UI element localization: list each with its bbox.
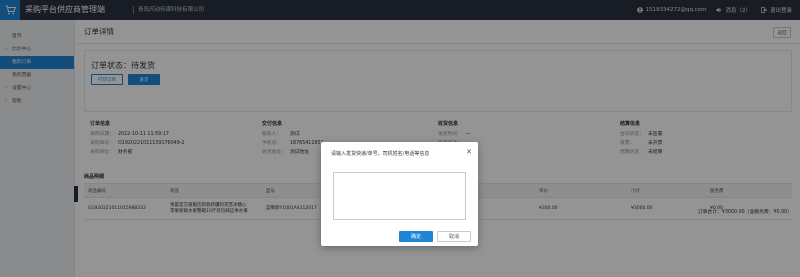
close-icon[interactable]: ✕ xyxy=(466,147,472,157)
dialog-title: 请输入发货快递/单号，司机姓名/电话等信息 xyxy=(331,151,430,157)
confirm-button[interactable]: 确定 xyxy=(399,231,433,242)
cancel-button[interactable]: 取消 xyxy=(437,231,471,242)
ship-info-dialog: 请输入发货快递/单号，司机姓名/电话等信息 ✕ 确定 取消 xyxy=(321,142,478,246)
ship-info-textarea[interactable] xyxy=(333,172,466,220)
